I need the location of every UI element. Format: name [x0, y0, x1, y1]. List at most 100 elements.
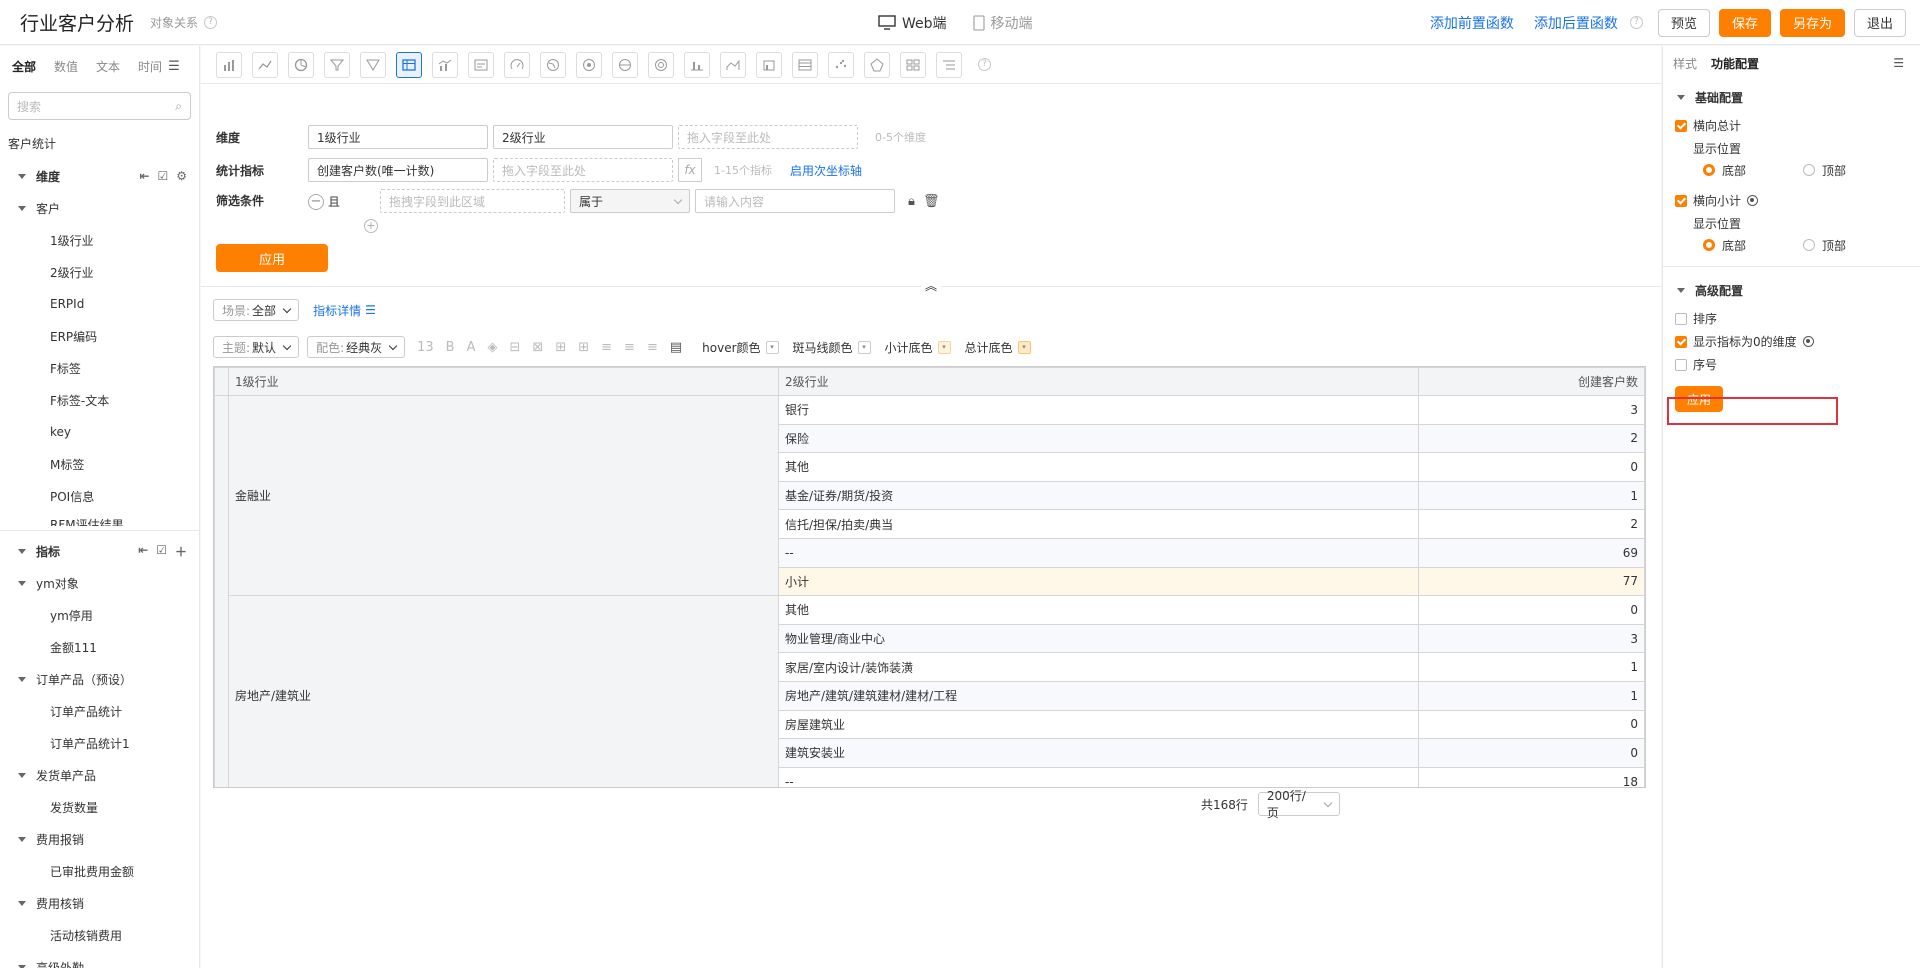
basic-config-section[interactable]: 基础配置: [1663, 80, 1920, 114]
gauge-chart-icon[interactable]: [504, 51, 530, 78]
filter-field-drop[interactable]: 拖拽字段到此区域: [380, 189, 566, 213]
add-post-function-link[interactable]: 添加后置函数: [1534, 13, 1618, 33]
world-map-icon[interactable]: [612, 51, 638, 78]
theme-select[interactable]: 主题: 默认: [213, 336, 300, 358]
filter-logic[interactable]: − 且: [308, 193, 340, 210]
filter-value-input[interactable]: 请输入内容: [695, 189, 896, 213]
tab-function-config[interactable]: 功能配置: [1711, 55, 1759, 72]
metric-field[interactable]: 发货数量: [0, 791, 199, 823]
map-chart-icon[interactable]: [540, 51, 566, 78]
scatter-chart-icon[interactable]: [828, 51, 854, 78]
combo-chart-icon[interactable]: [432, 51, 458, 78]
plus-icon[interactable]: ＋: [175, 543, 187, 560]
tab-web[interactable]: Web端: [878, 13, 947, 33]
dimension-field[interactable]: RFM评估结果: [0, 512, 199, 526]
minus-circle-icon[interactable]: −: [308, 193, 324, 210]
object-relation-label[interactable]: 对象关系: [150, 14, 198, 31]
menu-collapse-icon[interactable]: ☰: [168, 59, 180, 74]
dimension-field[interactable]: POI信息: [0, 480, 199, 512]
customer-node[interactable]: 客户: [0, 192, 199, 224]
merge-cell-icon[interactable]: ⊟: [510, 340, 521, 355]
sort-checkbox[interactable]: 排序: [1663, 307, 1920, 330]
column-header[interactable]: 2级行业: [778, 367, 1419, 396]
add-condition-icon[interactable]: +: [364, 219, 379, 233]
sequence-checkbox[interactable]: 序号: [1663, 353, 1920, 376]
metric-object[interactable]: 发货单产品: [0, 759, 199, 791]
delete-icon[interactable]: 🗑︎: [923, 194, 940, 209]
metric-object[interactable]: 高级外勤: [0, 951, 199, 968]
metric-object[interactable]: 订单产品（预设）: [0, 663, 199, 695]
dimension-field[interactable]: key: [0, 416, 199, 448]
subtotal-top-radio[interactable]: 顶部: [1803, 237, 1846, 254]
apply-config-button[interactable]: 应用: [216, 244, 328, 272]
font-color-icon[interactable]: A: [467, 340, 476, 355]
dimension-field[interactable]: F标签-文本: [0, 384, 199, 416]
scene-select[interactable]: 场景: 全部: [213, 299, 300, 321]
resize-divider[interactable]: [0, 530, 199, 531]
preview-button[interactable]: 预览: [1657, 8, 1710, 37]
clear-format-icon[interactable]: ⊠: [532, 340, 543, 355]
filter-operator-select[interactable]: 属于: [570, 189, 691, 213]
metric-object[interactable]: ym对象: [0, 567, 199, 599]
metric-field[interactable]: 金额111: [0, 631, 199, 663]
metric-field[interactable]: 订单产品统计1: [0, 727, 199, 759]
metric-chip[interactable]: 创建客户数(唯一计数): [308, 158, 488, 182]
total-color-picker[interactable]: 总计底色 ▾: [965, 339, 1031, 356]
formula-button[interactable]: fx: [678, 158, 702, 182]
border-icon[interactable]: ⊞: [555, 340, 566, 355]
settings-icon[interactable]: [1802, 336, 1814, 347]
save-as-button[interactable]: 另存为: [1779, 8, 1845, 37]
h-total-checkbox[interactable]: 横向总计: [1663, 114, 1920, 137]
batch-select-icon[interactable]: ☑: [157, 169, 168, 183]
dimension-chip[interactable]: 1级行业: [308, 125, 488, 149]
h-subtotal-checkbox[interactable]: 横向小计: [1663, 189, 1920, 212]
tab-number[interactable]: 数值: [54, 58, 78, 75]
metric-field[interactable]: 活动核销费用: [0, 919, 199, 951]
help-icon[interactable]: ?: [204, 15, 218, 29]
funnel-chart-icon[interactable]: [324, 51, 350, 78]
dimension-field[interactable]: F标签: [0, 352, 199, 384]
table-chart-icon[interactable]: [396, 51, 422, 78]
area-chart-icon[interactable]: [720, 51, 746, 78]
grid-icon[interactable]: ⊞: [578, 340, 589, 355]
tab-all[interactable]: 全部: [12, 58, 36, 75]
tab-time[interactable]: 时间: [138, 58, 162, 75]
help-icon[interactable]: ?: [1629, 16, 1643, 29]
align-left-icon[interactable]: ≡: [601, 340, 612, 355]
total-bottom-radio[interactable]: 底部: [1703, 162, 1803, 179]
settings-icon[interactable]: ⚙: [176, 169, 187, 183]
metric-field[interactable]: ym停用: [0, 599, 199, 631]
zebra-color-picker[interactable]: 斑马线颜色 ▾: [793, 339, 871, 356]
align-center-icon[interactable]: ≡: [624, 340, 635, 355]
line-chart-icon[interactable]: [252, 51, 278, 78]
help-icon[interactable]: ?: [978, 58, 991, 71]
tree-table-icon[interactable]: [936, 51, 962, 78]
exit-button[interactable]: 退出: [1853, 8, 1906, 37]
metric-object[interactable]: 费用报销: [0, 823, 199, 855]
column-layout-icon[interactable]: ▤: [670, 340, 682, 355]
bold-icon[interactable]: B: [446, 340, 455, 355]
list-icon[interactable]: ☰: [365, 303, 376, 317]
bar-chart-icon[interactable]: [216, 51, 242, 78]
pivot-table-icon[interactable]: [792, 51, 818, 78]
collapse-up-icon[interactable]: ︽: [921, 277, 941, 295]
font-size-select[interactable]: 13: [417, 340, 434, 355]
metric-object[interactable]: 费用核销: [0, 887, 199, 919]
show-zero-checkbox[interactable]: 显示指标为0的维度: [1663, 330, 1920, 353]
secondary-axis-link[interactable]: 启用次坐标轴: [790, 162, 862, 179]
metric-group[interactable]: 指标 ⇤ ☑ ＋: [0, 535, 199, 567]
column-header[interactable]: 创建客户数: [1418, 367, 1645, 396]
indent-icon[interactable]: ⇤: [139, 169, 149, 183]
pie-chart-icon[interactable]: [288, 51, 314, 78]
dimension-chip[interactable]: 2级行业: [493, 125, 673, 149]
save-button[interactable]: 保存: [1718, 8, 1771, 37]
globe-chart-icon[interactable]: [576, 51, 602, 78]
metric-field[interactable]: 已审批费用金额: [0, 855, 199, 887]
card-chart-icon[interactable]: [468, 51, 494, 78]
fill-color-icon[interactable]: ◈: [488, 340, 498, 355]
align-right-icon[interactable]: ≡: [647, 340, 658, 355]
dimension-field[interactable]: M标签: [0, 448, 199, 480]
batch-select-icon[interactable]: ☑: [156, 543, 167, 560]
page-size-select[interactable]: 200行/页: [1257, 789, 1340, 820]
subtotal-bottom-radio[interactable]: 底部: [1703, 237, 1803, 254]
